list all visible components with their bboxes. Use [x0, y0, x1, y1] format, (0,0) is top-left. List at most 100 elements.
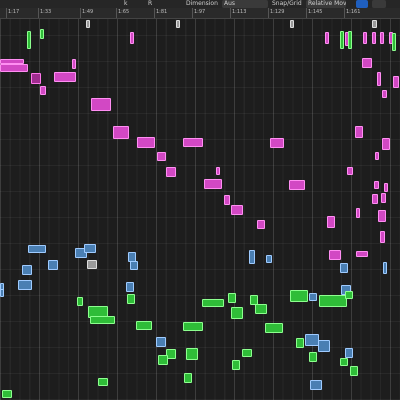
- midi-region[interactable]: [345, 291, 353, 299]
- midi-region[interactable]: [392, 33, 396, 51]
- midi-region[interactable]: [130, 261, 138, 270]
- midi-region[interactable]: [382, 90, 387, 98]
- midi-region[interactable]: [130, 32, 134, 44]
- midi-region[interactable]: [290, 20, 294, 28]
- midi-region[interactable]: [40, 29, 44, 39]
- midi-region[interactable]: [345, 348, 353, 358]
- midi-region[interactable]: [231, 307, 243, 319]
- midi-region[interactable]: [183, 322, 203, 331]
- midi-region[interactable]: [48, 260, 58, 270]
- midi-region[interactable]: [378, 210, 386, 222]
- midi-region[interactable]: [91, 98, 111, 111]
- midi-region[interactable]: [377, 72, 381, 86]
- midi-region[interactable]: [290, 290, 308, 302]
- midi-region[interactable]: [2, 390, 12, 398]
- midi-region[interactable]: [270, 138, 284, 148]
- midi-region[interactable]: [356, 251, 368, 257]
- midi-region[interactable]: [84, 244, 96, 253]
- midi-region[interactable]: [0, 289, 4, 297]
- midi-region[interactable]: [232, 360, 240, 370]
- midi-region[interactable]: [327, 216, 335, 228]
- toolbar-button-secondary[interactable]: [372, 0, 386, 8]
- midi-region[interactable]: [176, 20, 180, 28]
- midi-region[interactable]: [255, 304, 267, 314]
- midi-region[interactable]: [355, 126, 363, 138]
- midi-region[interactable]: [265, 323, 283, 333]
- dimension-select[interactable]: Aus: [222, 0, 268, 8]
- midi-region[interactable]: [350, 366, 358, 376]
- midi-region[interactable]: [380, 32, 384, 44]
- midi-region[interactable]: [329, 250, 341, 260]
- midi-region[interactable]: [363, 32, 367, 44]
- midi-region[interactable]: [28, 245, 46, 253]
- toolbar-button-primary[interactable]: [356, 0, 368, 8]
- midi-region[interactable]: [310, 380, 322, 390]
- midi-region[interactable]: [309, 293, 317, 301]
- tool-glyph[interactable]: k: [124, 0, 130, 8]
- midi-region[interactable]: [183, 138, 203, 147]
- midi-region[interactable]: [348, 31, 352, 49]
- midi-region[interactable]: [86, 20, 90, 28]
- midi-region[interactable]: [362, 58, 372, 68]
- midi-region[interactable]: [72, 59, 76, 69]
- midi-region[interactable]: [40, 86, 46, 95]
- midi-region[interactable]: [127, 294, 135, 304]
- midi-region[interactable]: [266, 255, 272, 263]
- midi-region[interactable]: [98, 378, 108, 386]
- midi-region[interactable]: [158, 355, 168, 365]
- midi-region[interactable]: [382, 138, 390, 150]
- midi-region[interactable]: [372, 32, 376, 44]
- midi-region[interactable]: [340, 31, 344, 49]
- midi-region[interactable]: [27, 31, 31, 49]
- midi-region[interactable]: [231, 205, 243, 215]
- midi-region[interactable]: [156, 337, 166, 347]
- midi-region[interactable]: [318, 340, 330, 352]
- midi-region[interactable]: [305, 334, 319, 346]
- midi-region[interactable]: [257, 220, 265, 229]
- midi-region[interactable]: [54, 72, 76, 82]
- midi-region[interactable]: [372, 20, 377, 28]
- midi-region[interactable]: [113, 126, 129, 139]
- midi-region[interactable]: [242, 349, 252, 357]
- tool-glyph-secondary[interactable]: R: [148, 0, 154, 8]
- midi-region[interactable]: [31, 73, 41, 84]
- midi-region[interactable]: [249, 250, 255, 264]
- midi-region[interactable]: [202, 299, 224, 307]
- midi-region[interactable]: [87, 260, 97, 269]
- midi-region[interactable]: [393, 76, 399, 88]
- midi-region[interactable]: [325, 32, 329, 44]
- midi-region[interactable]: [18, 280, 32, 290]
- midi-region[interactable]: [224, 195, 230, 205]
- midi-region[interactable]: [356, 208, 360, 218]
- midi-region[interactable]: [157, 152, 166, 161]
- midi-region[interactable]: [184, 373, 192, 383]
- midi-region[interactable]: [186, 348, 198, 360]
- midi-region[interactable]: [136, 321, 152, 330]
- midi-region[interactable]: [296, 338, 304, 348]
- midi-region[interactable]: [309, 352, 317, 362]
- midi-region[interactable]: [137, 137, 155, 148]
- midi-region[interactable]: [22, 265, 32, 275]
- midi-region[interactable]: [90, 316, 115, 324]
- midi-region[interactable]: [204, 179, 222, 189]
- midi-region[interactable]: [340, 358, 348, 366]
- midi-region[interactable]: [228, 293, 236, 303]
- midi-region[interactable]: [372, 194, 378, 204]
- midi-region[interactable]: [383, 262, 387, 274]
- midi-region[interactable]: [374, 181, 379, 189]
- timeline-ruler[interactable]: 1:17 1:33 1:49 1:65 1:81 1:97 1:113 1:129 1:145 1…: [0, 8, 400, 19]
- midi-region[interactable]: [381, 193, 386, 203]
- midi-region[interactable]: [289, 180, 305, 190]
- midi-region[interactable]: [384, 183, 388, 192]
- midi-region[interactable]: [319, 295, 347, 307]
- midi-region[interactable]: [380, 231, 385, 243]
- midi-region[interactable]: [126, 282, 134, 292]
- midi-region[interactable]: [216, 167, 220, 175]
- midi-region[interactable]: [0, 64, 28, 72]
- arrange-area[interactable]: [0, 19, 400, 400]
- quantize-select[interactable]: Relative Movement: [306, 0, 346, 8]
- midi-region[interactable]: [166, 167, 176, 177]
- midi-region[interactable]: [340, 263, 348, 273]
- midi-region[interactable]: [347, 167, 353, 175]
- midi-region[interactable]: [375, 152, 379, 160]
